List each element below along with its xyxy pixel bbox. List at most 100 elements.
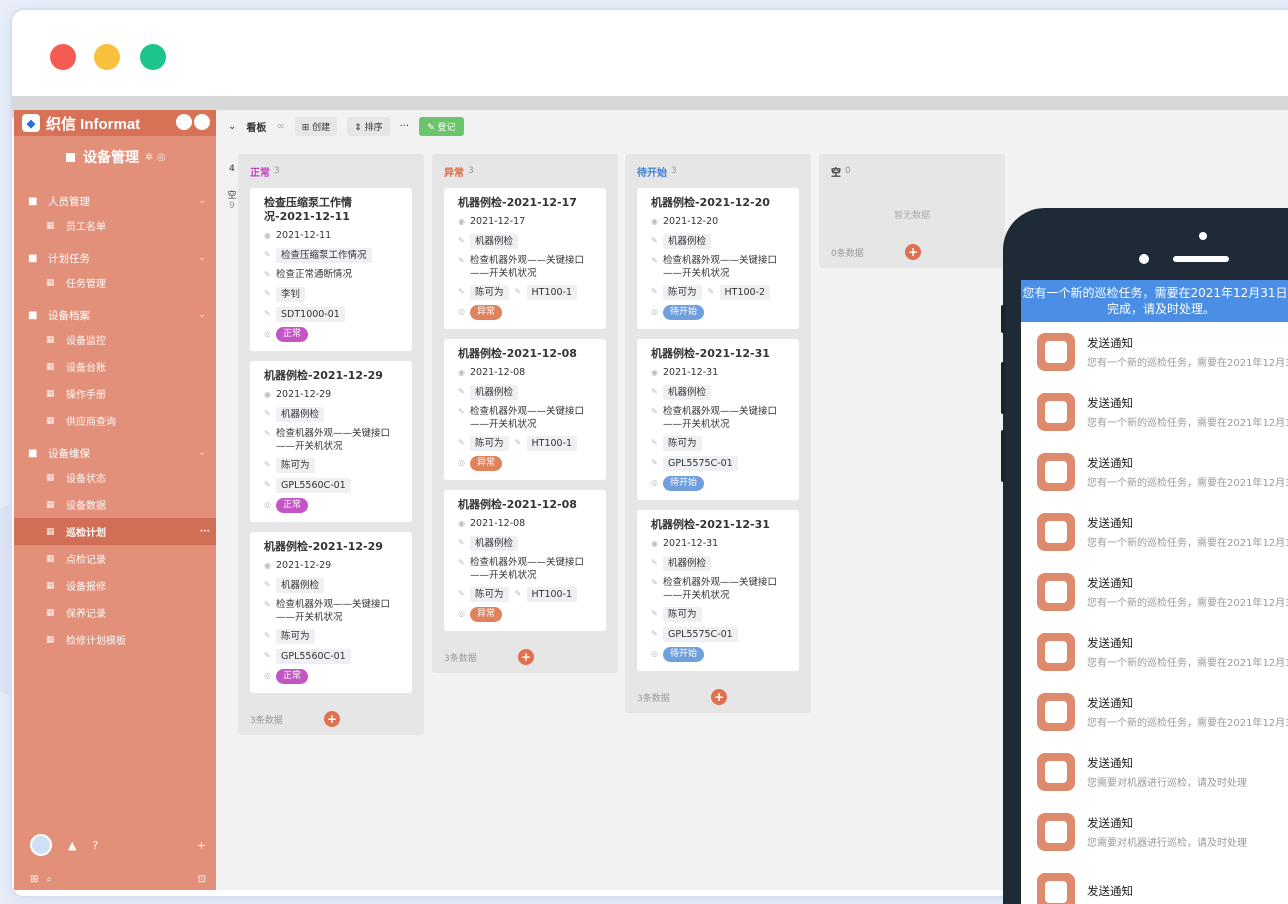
user-avatar-icon[interactable]: [176, 114, 210, 130]
notification-item[interactable]: 发送通知 您有一个新的巡检任务，需要在2021年12月31日前完成: [1021, 622, 1288, 682]
notification-item[interactable]: 发送通知 您有一个新的巡检任务，需要在2021年12月31日前完成: [1021, 562, 1288, 622]
share-icon[interactable]: ∞: [276, 121, 284, 132]
column-header[interactable]: 正常 3: [238, 154, 424, 188]
notification-item[interactable]: 发送通知 您有一个新的巡检任务，需要在2021年12月31日前完成: [1021, 382, 1288, 442]
sidebar-item[interactable]: ▦ 设备台账: [14, 353, 216, 380]
text-icon: ✎: [458, 407, 465, 416]
create-button[interactable]: ⊞ 创建: [294, 116, 338, 136]
sidebar-item[interactable]: ▦ 操作手册: [14, 380, 216, 407]
status-icon: ◎: [264, 329, 271, 338]
more-button[interactable]: ···: [400, 121, 410, 132]
kanban-card[interactable]: 机器例检-2021-12-20 ◉ 2021-12-20 ✎ 机器例检 ✎ 检查机器外…: [637, 188, 799, 329]
notification-item[interactable]: 发送通知 您有一个新的巡检任务，需要在2021年12月31日前完成: [1021, 502, 1288, 562]
more-icon[interactable]: ···: [200, 527, 210, 537]
sidebar-item[interactable]: ▦ 供应商查询: [14, 407, 216, 434]
notification-item[interactable]: 发送通知: [1021, 862, 1288, 904]
minimize-dot[interactable]: [94, 44, 120, 70]
date-icon: ◉: [264, 231, 271, 240]
person-icon: ✎: [458, 438, 465, 447]
chevron-down-icon[interactable]: ⌄: [198, 253, 206, 263]
bell-icon[interactable]: ▲: [68, 839, 76, 852]
notification-item[interactable]: 发送通知 您有一个新的巡检任务，需要在2021年12月31日前完成: [1021, 322, 1288, 382]
kanban-card[interactable]: 机器例检-2021-12-29 ◉ 2021-12-29 ✎ 机器例检 ✎ 检查机器外…: [250, 361, 412, 522]
add-card-button[interactable]: +: [518, 649, 534, 665]
card-title: 机器例检-2021-12-08: [458, 498, 577, 511]
card-desc: 检查机器外观——关键接口——开关机状况: [470, 557, 585, 581]
sidebar-item-label: 保养记录: [66, 609, 106, 620]
close-dot[interactable]: [50, 44, 76, 70]
kanban-card[interactable]: 机器例检-2021-12-31 ◉ 2021-12-31 ✎ 机器例检 ✎ 检查机器外…: [637, 510, 799, 671]
sidebar-item[interactable]: ▦ 任务管理: [14, 269, 216, 296]
chevron-down-icon[interactable]: ⌄: [228, 121, 236, 132]
sidebar-group-header[interactable]: ■ 计划任务 ⌄: [14, 247, 216, 269]
card-type: 机器例检: [470, 536, 519, 551]
kanban-card[interactable]: 机器例检-2021-12-08 ◉ 2021-12-08 ✎ 机器例检 ✎ 检查机器外…: [444, 339, 606, 480]
sidebar-item[interactable]: ▦ 检修计划模板: [14, 626, 216, 653]
card-date: 2021-12-08: [470, 518, 526, 529]
column-header[interactable]: 待开始 3: [625, 154, 811, 188]
avatar[interactable]: [30, 834, 52, 856]
collapse-icon[interactable]: ⊡: [198, 874, 206, 885]
column-header[interactable]: 空0: [819, 154, 1005, 188]
chevron-down-icon[interactable]: ⌄: [198, 448, 206, 458]
grid-icon[interactable]: ⊞: [30, 874, 38, 885]
person-icon: ✎: [651, 609, 658, 618]
person-icon: ✎: [264, 460, 271, 469]
sidebar-item[interactable]: ▦ 巡检计划 ···: [14, 518, 216, 545]
notification-title: 发送通知: [1087, 636, 1133, 650]
text-icon: ✎: [264, 429, 271, 438]
card-title: 机器例检-2021-12-31: [651, 518, 770, 531]
sidebar-item[interactable]: ▦ 设备状态: [14, 464, 216, 491]
date-icon: ◉: [458, 519, 465, 528]
table-icon: ▦: [46, 361, 55, 372]
sidebar-group-header[interactable]: ■ 人员管理 ⌄: [14, 190, 216, 212]
sort-button[interactable]: ⇕ 排序: [347, 116, 390, 136]
sidebar-item[interactable]: ▦ 点检记录: [14, 545, 216, 572]
kanban-card[interactable]: 检查压缩泵工作情况-2021-12-11 ◉ 2021-12-11 ✎ 检查压缩泵工…: [250, 188, 412, 351]
search-icon[interactable]: ⌕: [46, 874, 52, 885]
app-notification-icon: [1037, 693, 1075, 731]
column-header[interactable]: 异常 3: [432, 154, 618, 188]
view-label[interactable]: 看板: [246, 119, 266, 134]
add-card-button[interactable]: +: [711, 689, 727, 705]
model-icon: ✎: [514, 438, 522, 447]
notification-item[interactable]: 发送通知 您需要对机器进行巡检，请及时处理: [1021, 802, 1288, 862]
sidebar-item[interactable]: ▦ 设备监控: [14, 326, 216, 353]
status-badge: 待开始: [663, 476, 705, 491]
sidebar-group-header[interactable]: ■ 设备档案 ⌄: [14, 304, 216, 326]
sidebar-item[interactable]: ▦ 保养记录: [14, 599, 216, 626]
card-date: 2021-12-20: [663, 216, 719, 227]
maximize-dot[interactable]: [140, 44, 166, 70]
register-button[interactable]: ✎ 登记: [419, 116, 464, 136]
status-badge: 正常: [276, 327, 309, 342]
kanban-card[interactable]: 机器例检-2021-12-17 ◉ 2021-12-17 ✎ 机器例检 ✎ 检查机器外…: [444, 188, 606, 329]
notification-text: 您有一个新的巡检任务，需要在2021年12月31日前完成: [1087, 538, 1288, 549]
tag-icon: ✎: [651, 387, 658, 396]
help-icon[interactable]: ?: [92, 839, 98, 852]
chevron-down-icon[interactable]: ⌄: [198, 310, 206, 320]
text-icon: ✎: [264, 600, 271, 609]
brand-logo-icon: ◆: [22, 114, 40, 132]
add-user-icon[interactable]: +: [197, 839, 206, 852]
add-card-button[interactable]: +: [905, 244, 921, 260]
kanban-card[interactable]: 机器例检-2021-12-08 ◉ 2021-12-08 ✎ 机器例检 ✎ 检查机器外…: [444, 490, 606, 631]
person-icon: ✎: [458, 589, 465, 598]
status-badge: 异常: [470, 456, 503, 471]
sidebar-item[interactable]: ▦ 设备数据: [14, 491, 216, 518]
sidebar-group-header[interactable]: ■ 设备维保 ⌄: [14, 442, 216, 464]
notification-item[interactable]: 发送通知 您需要对机器进行巡检，请及时处理: [1021, 742, 1288, 802]
sidebar-item[interactable]: ▦ 员工名单: [14, 212, 216, 239]
card-desc: 检查机器外观——关键接口——开关机状况: [663, 406, 778, 430]
add-card-button[interactable]: +: [324, 711, 340, 727]
sidebar-item[interactable]: ▦ 设备报修: [14, 572, 216, 599]
sidebar-item-label: 设备状态: [66, 474, 106, 485]
notification-item[interactable]: 发送通知 您有一个新的巡检任务，需要在2021年12月31日前完成: [1021, 682, 1288, 742]
notification-banner[interactable]: 您有一个新的巡检任务，需要在2021年12月31日前完成，请及时处理。: [1021, 280, 1288, 322]
kanban-card[interactable]: 机器例检-2021-12-29 ◉ 2021-12-29 ✎ 机器例检 ✎ 检查机器外…: [250, 532, 412, 693]
status-icon: ◎: [458, 458, 465, 467]
kanban-card[interactable]: 机器例检-2021-12-31 ◉ 2021-12-31 ✎ 机器例检 ✎ 检查机器外…: [637, 339, 799, 500]
column-footer: 3条数据 +: [432, 641, 618, 673]
settings-icon[interactable]: ✲ ◎: [145, 152, 166, 163]
notification-item[interactable]: 发送通知 您有一个新的巡检任务，需要在2021年12月31日前完成: [1021, 442, 1288, 502]
chevron-down-icon[interactable]: ⌄: [198, 196, 206, 206]
